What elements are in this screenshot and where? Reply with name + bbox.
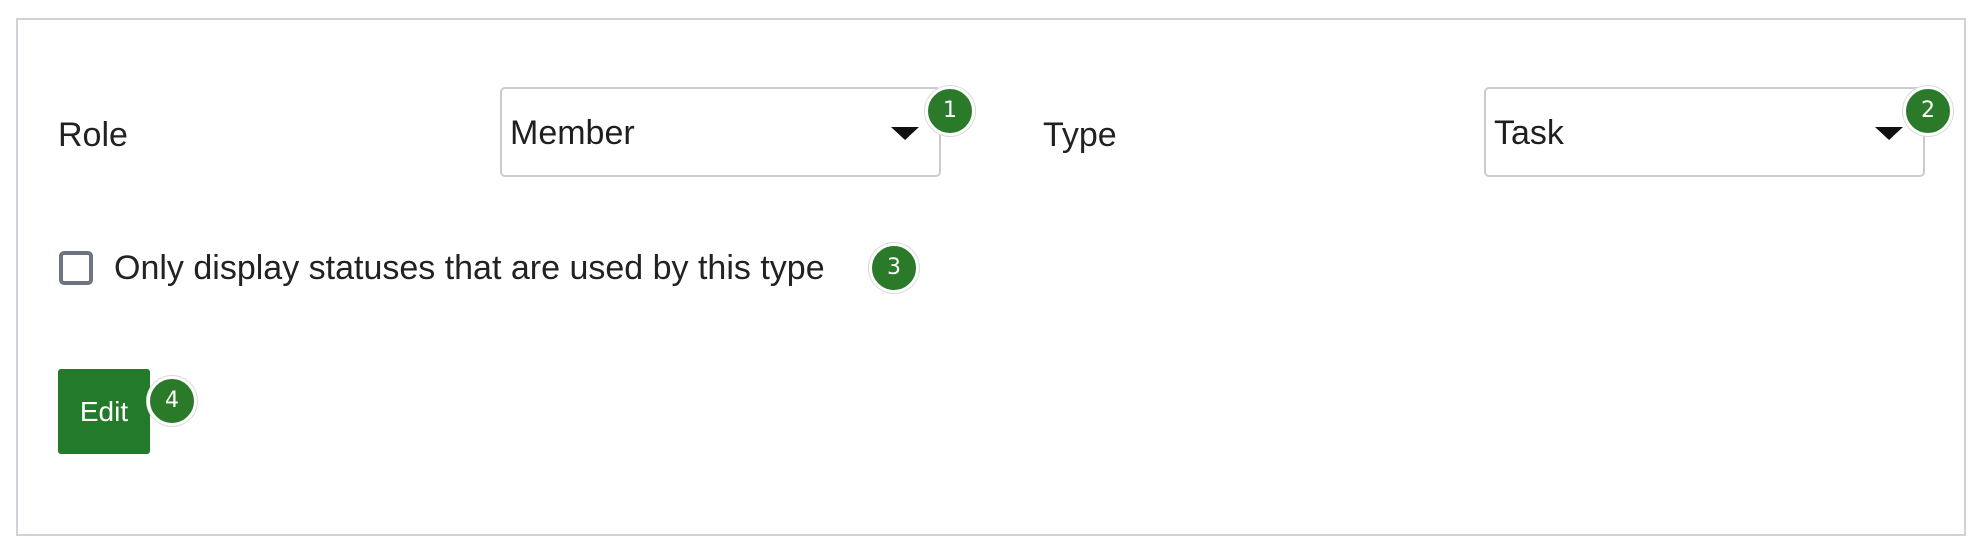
status-filter-checkbox[interactable] (59, 251, 93, 285)
type-select-value: Task (1494, 114, 1564, 152)
annotation-badge-4: 4 (147, 376, 197, 426)
type-label: Type (1043, 116, 1117, 154)
type-select[interactable]: Task (1484, 87, 1925, 177)
annotation-badge-3: 3 (869, 243, 919, 293)
role-select[interactable]: Member (500, 87, 941, 177)
role-select-value: Member (510, 114, 635, 152)
role-label: Role (58, 116, 128, 154)
annotation-badge-2: 2 (1903, 86, 1953, 136)
caret-down-icon (891, 127, 919, 140)
edit-button[interactable]: Edit (58, 369, 150, 454)
caret-down-icon (1875, 127, 1903, 140)
status-filter-checkbox-label[interactable]: Only display statuses that are used by t… (114, 248, 825, 288)
annotation-badge-1: 1 (925, 86, 975, 136)
